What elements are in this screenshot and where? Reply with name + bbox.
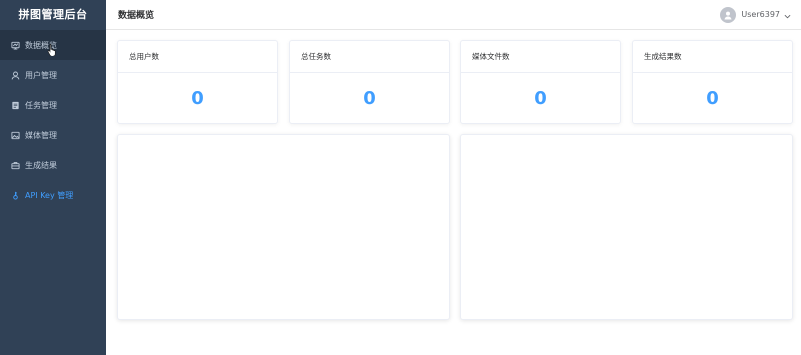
sidebar-item-label: 用户管理 — [25, 70, 57, 80]
stat-card-media: 媒体文件数 0 — [460, 40, 621, 124]
page-title: 数据概览 — [118, 11, 155, 21]
sidebar-menu: 数据概览 用户管理 任务管理 媒体管理 生成结果 API Key 管理 — [0, 30, 106, 210]
sidebar-item-dashboard[interactable]: 数据概览 — [0, 30, 106, 60]
stat-card-label: 生成结果数 — [633, 41, 792, 73]
stat-card-value: 0 — [706, 88, 719, 109]
avatar-user-icon — [724, 11, 732, 19]
chart-panel-left — [117, 134, 450, 320]
dashboard-icon — [10, 40, 20, 50]
briefcase-icon — [10, 160, 20, 170]
app-title: 拼图管理后台 — [18, 8, 88, 21]
sidebar-item-api-key[interactable]: API Key 管理 — [0, 180, 106, 210]
stat-card-value: 0 — [363, 88, 376, 109]
user-icon — [10, 70, 20, 80]
chart-panel-right — [460, 134, 793, 320]
sidebar-item-media[interactable]: 媒体管理 — [0, 120, 106, 150]
task-icon — [10, 100, 20, 110]
stat-card-tasks: 总任务数 0 — [289, 40, 450, 124]
stat-card-users: 总用户数 0 — [117, 40, 278, 124]
stat-card-value: 0 — [191, 88, 204, 109]
sidebar-item-label: 任务管理 — [25, 100, 57, 110]
chevron-down-icon — [784, 5, 791, 24]
sidebar-item-tasks[interactable]: 任务管理 — [0, 90, 106, 120]
stat-card-results: 生成结果数 0 — [632, 40, 793, 124]
avatar — [720, 6, 737, 23]
sidebar: 拼图管理后台 数据概览 用户管理 任务管理 媒体管理 生成结果 API Key … — [0, 0, 106, 355]
app-root: 拼图管理后台 数据概览 用户管理 任务管理 媒体管理 生成结果 API Key … — [0, 0, 801, 355]
sidebar-item-label: 生成结果 — [25, 160, 57, 170]
sidebar-item-label: 媒体管理 — [25, 130, 57, 140]
mouse-pointer-icon — [47, 43, 56, 56]
sidebar-item-results[interactable]: 生成结果 — [0, 150, 106, 180]
key-icon — [10, 190, 20, 200]
user-dropdown[interactable]: User6397 — [720, 5, 791, 24]
username: User6397 — [741, 10, 780, 19]
sidebar-item-label: API Key 管理 — [25, 190, 74, 200]
sidebar-item-users[interactable]: 用户管理 — [0, 60, 106, 90]
stat-card-label: 媒体文件数 — [461, 41, 620, 73]
stat-card-value: 0 — [534, 88, 547, 109]
stat-card-label: 总用户数 — [118, 41, 277, 73]
stat-card-label: 总任务数 — [290, 41, 449, 73]
top-header: 数据概览 User6397 — [106, 0, 801, 30]
image-icon — [10, 130, 20, 140]
